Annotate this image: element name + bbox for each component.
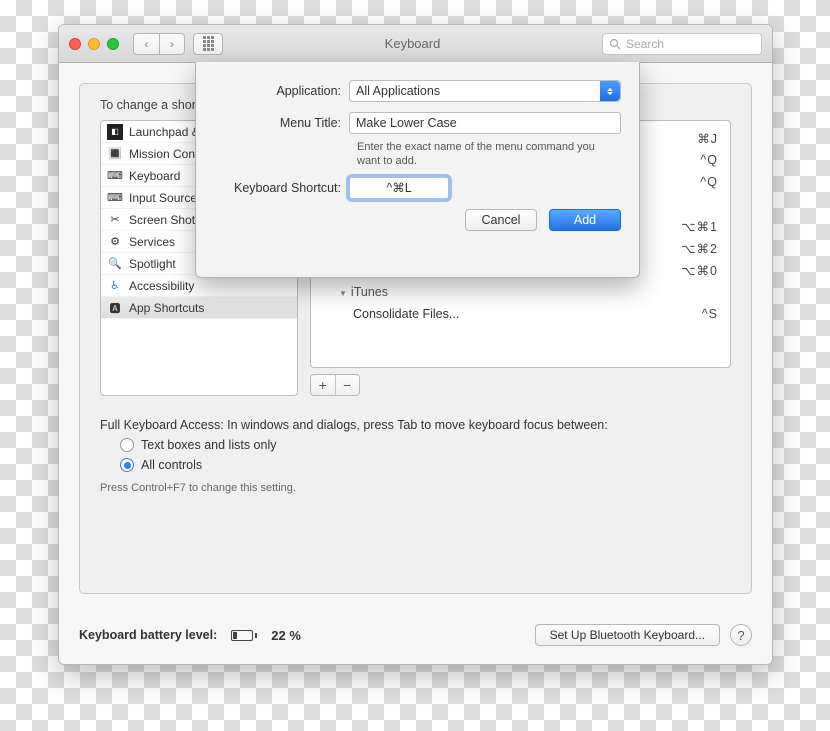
search-placeholder: Search <box>626 37 664 51</box>
application-label: Application: <box>214 84 349 98</box>
footer: Keyboard battery level: 22 % Set Up Blue… <box>79 624 752 646</box>
menu-title-help: Enter the exact name of the menu command… <box>357 140 621 169</box>
show-all-button[interactable] <box>193 33 223 55</box>
application-select[interactable]: All Applications <box>349 80 621 102</box>
add-shortcut-sheet: Application: All Applications Menu Title… <box>195 62 640 278</box>
zoom-icon[interactable] <box>107 38 119 50</box>
app-shortcuts-icon: 🅰 <box>107 300 123 316</box>
search-input[interactable]: Search <box>602 33 762 55</box>
chevron-updown-icon <box>600 81 620 101</box>
spotlight-icon: 🔍 <box>107 256 123 272</box>
sidebar-item-app-shortcuts[interactable]: 🅰App Shortcuts <box>101 297 297 319</box>
grid-icon <box>203 36 214 51</box>
battery-icon <box>231 630 257 641</box>
minimize-icon[interactable] <box>88 38 100 50</box>
services-icon: ⚙ <box>107 234 123 250</box>
keyboard-shortcut-label: Keyboard Shortcut: <box>214 181 349 195</box>
radio-all-controls[interactable]: All controls <box>120 458 731 472</box>
window-title: Keyboard <box>231 36 594 51</box>
search-icon <box>609 38 621 50</box>
forward-button[interactable]: › <box>159 33 185 55</box>
add-button[interactable]: + <box>311 375 336 395</box>
launchpad-icon: ◧ <box>107 124 123 140</box>
menu-title-label: Menu Title: <box>214 116 349 130</box>
shortcut-row[interactable]: Consolidate Files...^S <box>311 303 730 325</box>
menu-title-input[interactable]: Make Lower Case <box>349 112 621 134</box>
nav-buttons: ‹ › <box>133 33 185 55</box>
radio-text-boxes[interactable]: Text boxes and lists only <box>120 438 731 452</box>
close-icon[interactable] <box>69 38 81 50</box>
window-controls <box>69 38 119 50</box>
bluetooth-keyboard-button[interactable]: Set Up Bluetooth Keyboard... <box>535 624 720 646</box>
add-remove-buttons: + − <box>310 374 360 396</box>
battery-label: Keyboard battery level: <box>79 628 217 642</box>
cancel-button[interactable]: Cancel <box>465 209 537 231</box>
remove-button[interactable]: − <box>336 375 360 395</box>
keyboard-shortcut-input[interactable]: ^⌘L <box>349 177 449 199</box>
input-sources-icon: ⌨ <box>107 190 123 206</box>
back-button[interactable]: ‹ <box>133 33 159 55</box>
keyboard-icon: ⌨ <box>107 168 123 184</box>
shortcut-group-itunes[interactable]: iTunes <box>311 281 730 303</box>
fka-hint: Press Control+F7 to change this setting. <box>100 482 731 494</box>
battery-percent: 22 % <box>271 628 301 643</box>
accessibility-icon: ♿︎ <box>107 278 123 294</box>
sidebar-item-accessibility[interactable]: ♿︎Accessibility <box>101 275 297 297</box>
screenshot-icon: ✂ <box>107 212 123 228</box>
add-button[interactable]: Add <box>549 209 621 231</box>
help-button[interactable]: ? <box>730 624 752 646</box>
titlebar: ‹ › Keyboard Search <box>59 25 772 63</box>
mission-control-icon: 🔳 <box>107 146 123 162</box>
full-keyboard-access-label: Full Keyboard Access: In windows and dia… <box>100 418 731 432</box>
radio-icon <box>120 438 134 452</box>
radio-icon <box>120 458 134 472</box>
